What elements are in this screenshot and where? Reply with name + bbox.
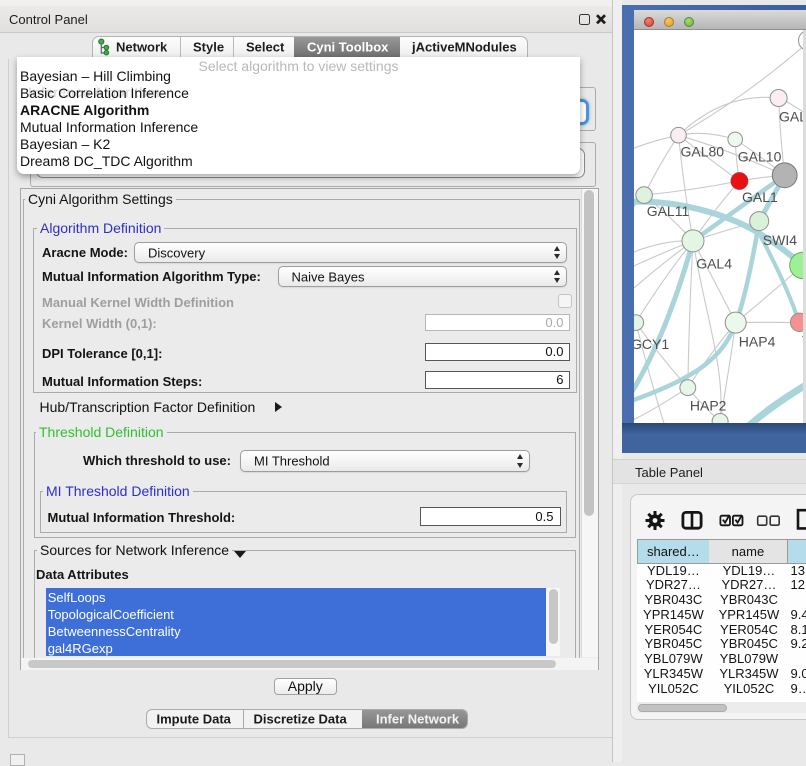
- svg-text:HAP4: HAP4: [738, 333, 775, 349]
- svg-text:GAL80: GAL80: [680, 143, 724, 159]
- svg-text:GCY1: GCY1: [634, 336, 669, 352]
- svg-text:GAL4: GAL4: [696, 255, 732, 271]
- svg-text:HAP2: HAP2: [689, 397, 726, 413]
- svg-text:GAL7: GAL7: [779, 108, 804, 124]
- svg-text:GAL11: GAL11: [646, 203, 689, 219]
- svg-text:SWI4: SWI4: [762, 231, 796, 247]
- svg-text:GAL10: GAL10: [737, 148, 781, 164]
- svg-text:GAL1: GAL1: [742, 189, 778, 205]
